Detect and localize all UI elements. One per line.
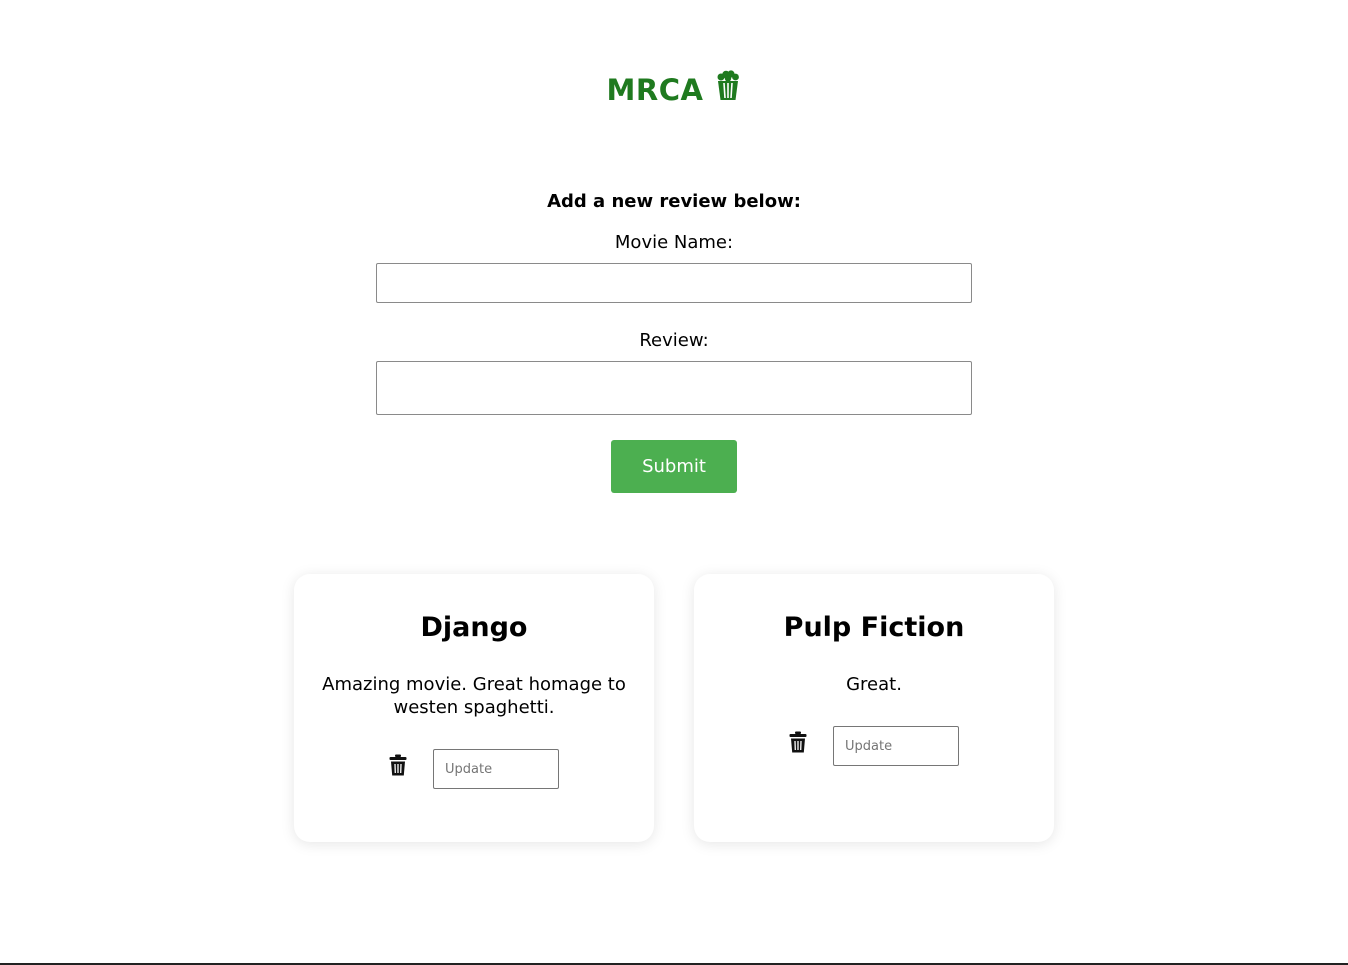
form-heading: Add a new review below:	[547, 191, 801, 212]
review-text: Great.	[846, 674, 902, 695]
app-title: MRCA	[606, 73, 704, 107]
update-input[interactable]	[833, 726, 959, 766]
review-movie-title: Pulp Fiction	[783, 612, 965, 643]
trash-icon[interactable]	[789, 726, 807, 757]
movie-name-input[interactable]	[376, 263, 972, 303]
review-card: Django Amazing movie. Great homage to we…	[294, 574, 654, 842]
brand-header: MRCA	[0, 70, 1348, 110]
submit-button[interactable]: Submit	[611, 440, 737, 493]
review-text: Amazing movie. Great homage to westen sp…	[322, 674, 626, 718]
review-input[interactable]	[376, 361, 972, 415]
update-input[interactable]	[433, 749, 559, 789]
review-card: Pulp Fiction Great.	[694, 574, 1054, 842]
review-list: Django Amazing movie. Great homage to we…	[294, 574, 1054, 842]
trash-icon[interactable]	[389, 749, 407, 780]
review-label: Review:	[639, 330, 709, 351]
popcorn-icon	[715, 70, 741, 110]
review-actions	[314, 749, 634, 789]
page: MRCA Add a new review below: Movie Name:…	[0, 0, 1348, 965]
movie-name-label: Movie Name:	[614, 232, 734, 253]
review-actions	[714, 726, 1034, 766]
review-movie-title: Django	[420, 612, 528, 643]
review-form: Add a new review below: Movie Name: Revi…	[0, 188, 1348, 493]
